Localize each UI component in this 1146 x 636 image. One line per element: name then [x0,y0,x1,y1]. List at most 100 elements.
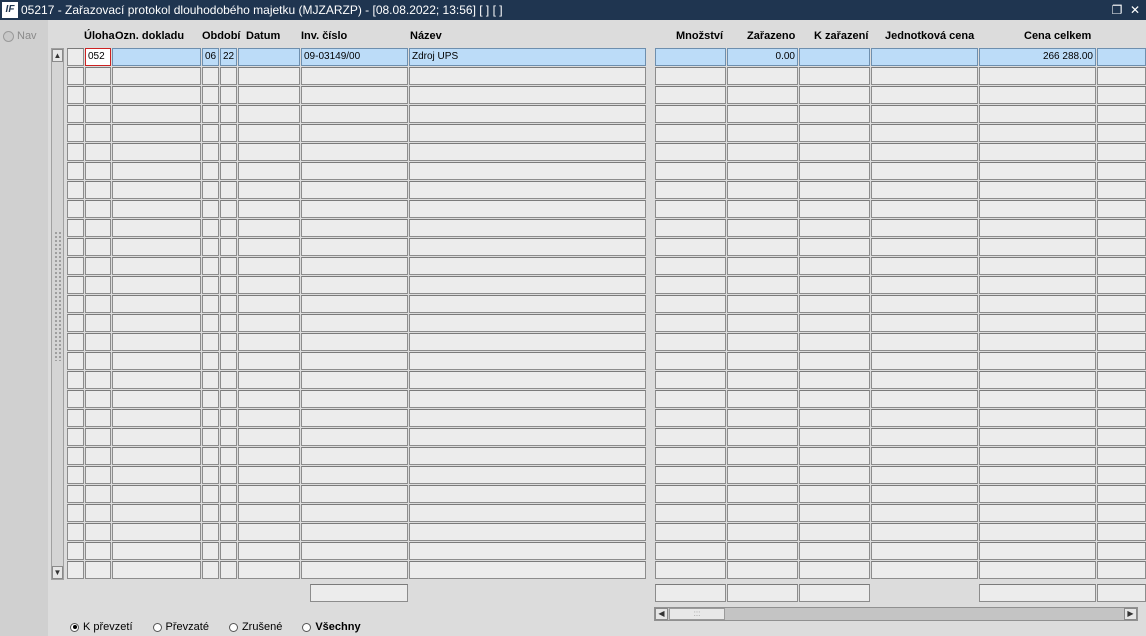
cell-datum[interactable] [238,314,300,332]
cell-datum[interactable] [238,257,300,275]
cell-uloha[interactable] [85,542,111,560]
cell-inv-cislo[interactable] [301,542,408,560]
cell-zarazeno[interactable] [727,200,798,218]
row-marker[interactable] [67,257,84,275]
cell-k-zarazeni[interactable] [799,504,870,522]
cell-zarazeno[interactable] [727,219,798,237]
cell-zarazeno[interactable] [727,371,798,389]
cell-nazev[interactable] [409,124,646,142]
cell-inv-cislo[interactable] [301,124,408,142]
cell-mnozstvi[interactable] [655,200,726,218]
cell-zarazeno[interactable] [727,181,798,199]
cell-datum[interactable] [238,86,300,104]
cell-datum[interactable] [238,143,300,161]
cell-cena-celkem[interactable] [979,409,1096,427]
cell-zarazeno[interactable] [727,447,798,465]
cell-jednotkova-cena[interactable] [871,143,978,161]
cell-inv-cislo[interactable] [301,238,408,256]
row-marker[interactable] [67,314,84,332]
cell-ozn-dokladu[interactable] [112,124,201,142]
cell-uloha[interactable] [85,371,111,389]
row-marker[interactable] [67,295,84,313]
cell-ozn-dokladu[interactable] [112,333,201,351]
cell-jednotkova-cena[interactable] [871,466,978,484]
cell-nazev[interactable] [409,542,646,560]
cell-datum[interactable] [238,352,300,370]
cell-obdobi-mesic[interactable] [202,409,219,427]
cell-ozn-dokladu[interactable] [112,105,201,123]
cell-obdobi-mesic[interactable] [202,333,219,351]
cell-obdobi-mesic[interactable] [202,466,219,484]
cell-jednotkova-cena[interactable] [871,390,978,408]
cell-ozn-dokladu[interactable] [112,86,201,104]
cell-uloha[interactable] [85,390,111,408]
cell-ozn-dokladu[interactable] [112,352,201,370]
cell-obdobi-rok[interactable] [220,181,237,199]
cell-extra[interactable] [1097,219,1146,237]
cell-inv-cislo[interactable] [301,333,408,351]
row-marker[interactable] [67,485,84,503]
cell-obdobi-mesic[interactable] [202,485,219,503]
cell-ozn-dokladu[interactable] [112,485,201,503]
cell-jednotkova-cena[interactable] [871,561,978,579]
cell-obdobi-mesic[interactable] [202,352,219,370]
cell-k-zarazeni[interactable] [799,390,870,408]
cell-mnozstvi[interactable] [655,523,726,541]
cell-inv-cislo[interactable] [301,504,408,522]
cell-uloha[interactable] [85,200,111,218]
cell-k-zarazeni[interactable] [799,105,870,123]
cell-cena-celkem[interactable] [979,162,1096,180]
cell-zarazeno[interactable] [727,143,798,161]
cell-cena-celkem[interactable] [979,86,1096,104]
cell-datum[interactable] [238,409,300,427]
cell-nazev[interactable] [409,86,646,104]
cell-cena-celkem[interactable] [979,181,1096,199]
cell-obdobi-rok[interactable] [220,333,237,351]
cell-obdobi-mesic[interactable] [202,86,219,104]
cell-extra[interactable] [1097,257,1146,275]
cell-nazev[interactable] [409,561,646,579]
cell-mnozstvi[interactable] [655,181,726,199]
cell-extra[interactable] [1097,105,1146,123]
cell-k-zarazeni[interactable] [799,485,870,503]
cell-uloha[interactable] [85,238,111,256]
cell-cena-celkem[interactable] [979,276,1096,294]
cell-nazev[interactable] [409,276,646,294]
row-marker[interactable] [67,67,84,85]
cell-mnozstvi[interactable] [655,409,726,427]
cell-nazev[interactable] [409,485,646,503]
cell-mnozstvi[interactable] [655,124,726,142]
cell-obdobi-rok[interactable] [220,200,237,218]
cell-cena-celkem[interactable] [979,257,1096,275]
cell-jednotkova-cena[interactable] [871,333,978,351]
cell-inv-cislo[interactable] [301,200,408,218]
cell-datum[interactable] [238,523,300,541]
scroll-up-icon[interactable]: ▲ [52,49,63,62]
cell-extra[interactable] [1097,333,1146,351]
cell-ozn-dokladu[interactable] [112,371,201,389]
cell-k-zarazeni[interactable] [799,561,870,579]
cell-mnozstvi[interactable] [655,67,726,85]
cell-ozn-dokladu[interactable] [112,48,201,66]
cell-extra[interactable] [1097,485,1146,503]
cell-extra[interactable] [1097,504,1146,522]
cell-ozn-dokladu[interactable] [112,162,201,180]
cell-datum[interactable] [238,219,300,237]
row-marker[interactable] [67,409,84,427]
cell-k-zarazeni[interactable] [799,295,870,313]
horizontal-scrollbar[interactable]: ◀ ::: ▶ [654,607,1138,621]
cell-k-zarazeni[interactable] [799,67,870,85]
cell-jednotkova-cena[interactable] [871,523,978,541]
cell-jednotkova-cena[interactable] [871,428,978,446]
cell-obdobi-mesic[interactable] [202,390,219,408]
cell-obdobi-rok[interactable] [220,504,237,522]
cell-mnozstvi[interactable] [655,428,726,446]
cell-uloha[interactable] [85,447,111,465]
cell-mnozstvi[interactable] [655,466,726,484]
cell-obdobi-mesic[interactable] [202,371,219,389]
cell-k-zarazeni[interactable] [799,143,870,161]
cell-zarazeno[interactable] [727,295,798,313]
cell-cena-celkem[interactable] [979,390,1096,408]
cell-cena-celkem[interactable] [979,542,1096,560]
cell-k-zarazeni[interactable] [799,409,870,427]
